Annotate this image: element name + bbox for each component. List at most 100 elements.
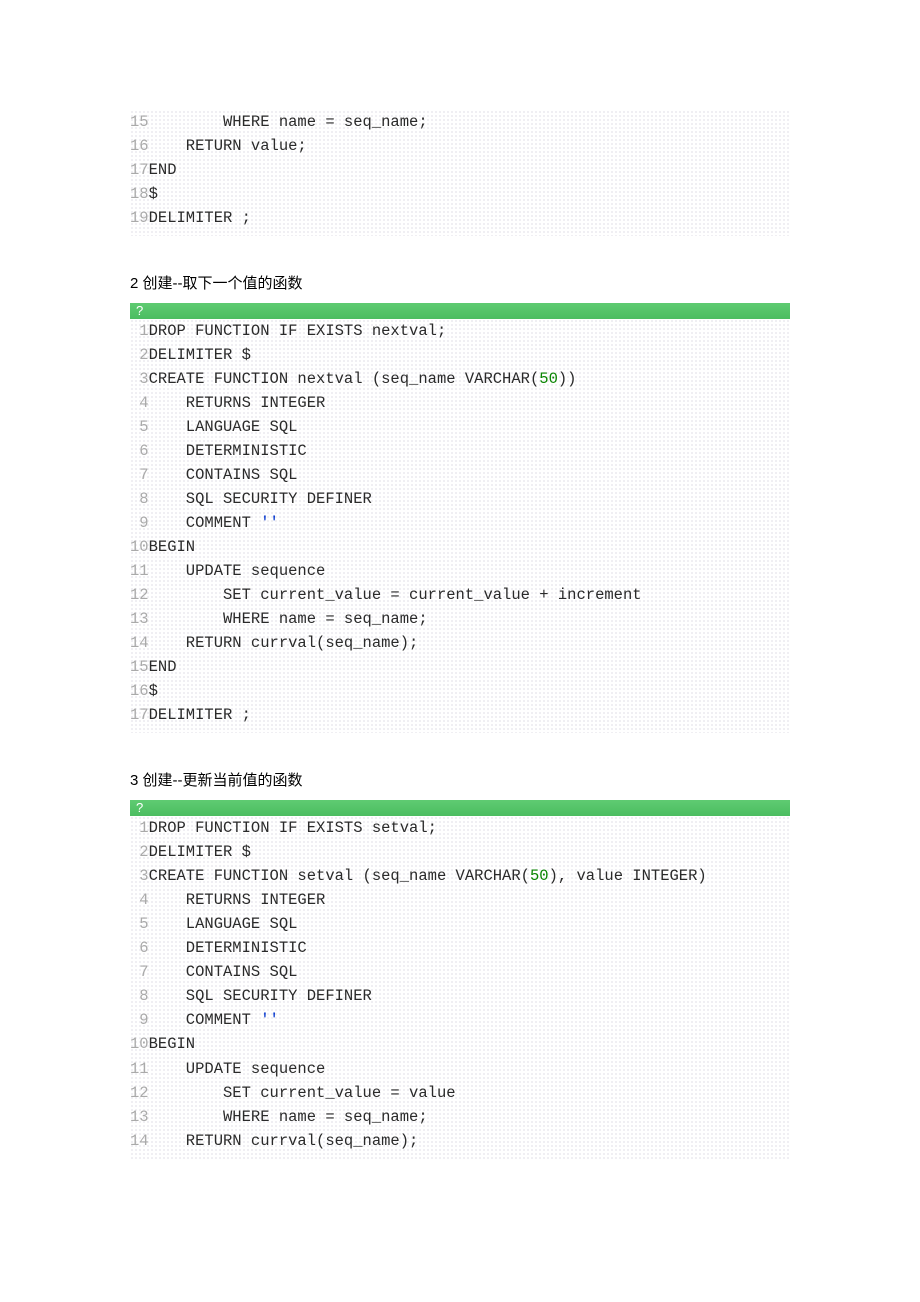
code-line: 12 SET current_value = current_value + i… <box>130 583 790 607</box>
code-text: WHERE name = seq_name; <box>149 1108 428 1126</box>
code-block-1: 15 WHERE name = seq_name;16 RETURN value… <box>130 110 790 236</box>
code-line: 1DROP FUNCTION IF EXISTS setval; <box>130 816 790 840</box>
line-number: 15 <box>130 110 149 134</box>
line-number: 2 <box>130 343 149 367</box>
code-text: UPDATE sequence <box>149 1060 326 1078</box>
code-text: RETURN currval(seq_name); <box>149 634 419 652</box>
code-line: 5 LANGUAGE SQL <box>130 912 790 936</box>
section-title-3: 3 创建--更新当前值的函数 <box>130 769 790 790</box>
code-text: END <box>149 161 177 179</box>
code-line: 15 WHERE name = seq_name; <box>130 110 790 134</box>
string-literal: '' <box>260 1011 279 1029</box>
code-text: SQL SECURITY DEFINER <box>149 987 372 1005</box>
code-line: 1DROP FUNCTION IF EXISTS nextval; <box>130 319 790 343</box>
line-number: 19 <box>130 206 149 230</box>
line-number: 3 <box>130 864 149 888</box>
code-line: 6 DETERMINISTIC <box>130 936 790 960</box>
code-text: LANGUAGE SQL <box>149 418 298 436</box>
line-number: 7 <box>130 463 149 487</box>
number-literal: 50 <box>539 370 558 388</box>
code-text: DETERMINISTIC <box>149 442 307 460</box>
code-line: 3CREATE FUNCTION setval (seq_name VARCHA… <box>130 864 790 888</box>
line-number: 15 <box>130 655 149 679</box>
line-number: 12 <box>130 583 149 607</box>
toolbar-2[interactable]: ? <box>130 303 790 319</box>
code-text: LANGUAGE SQL <box>149 915 298 933</box>
code-text: DELIMITER ; <box>149 706 251 724</box>
line-number: 16 <box>130 679 149 703</box>
code-line: 9 COMMENT '' <box>130 1008 790 1032</box>
line-number: 4 <box>130 888 149 912</box>
code-line: 13 WHERE name = seq_name; <box>130 607 790 631</box>
line-number: 17 <box>130 158 149 182</box>
line-number: 9 <box>130 511 149 535</box>
code-text: $ <box>149 682 158 700</box>
line-number: 16 <box>130 134 149 158</box>
code-text: CREATE FUNCTION nextval (seq_name VARCHA… <box>149 370 540 388</box>
code-line: 17DELIMITER ; <box>130 703 790 727</box>
number-literal: 50 <box>530 867 549 885</box>
code-text: DROP FUNCTION IF EXISTS setval; <box>149 819 437 837</box>
code-line: 16 RETURN value; <box>130 134 790 158</box>
code-line: 10BEGIN <box>130 1032 790 1056</box>
line-number: 1 <box>130 319 149 343</box>
code-text: RETURNS INTEGER <box>149 891 326 909</box>
line-number: 13 <box>130 1105 149 1129</box>
line-number: 2 <box>130 840 149 864</box>
line-number: 14 <box>130 1129 149 1153</box>
code-line: 10BEGIN <box>130 535 790 559</box>
line-number: 6 <box>130 936 149 960</box>
code-text: CREATE FUNCTION setval (seq_name VARCHAR… <box>149 867 530 885</box>
line-number: 12 <box>130 1081 149 1105</box>
code-line: 5 LANGUAGE SQL <box>130 415 790 439</box>
code-line: 14 RETURN currval(seq_name); <box>130 1129 790 1153</box>
code-text: CONTAINS SQL <box>149 963 298 981</box>
line-number: 17 <box>130 703 149 727</box>
code-text: DETERMINISTIC <box>149 939 307 957</box>
string-literal: '' <box>260 514 279 532</box>
code-text: DELIMITER $ <box>149 843 251 861</box>
code-text: RETURN value; <box>149 137 307 155</box>
line-number: 1 <box>130 816 149 840</box>
code-text: BEGIN <box>149 1035 196 1053</box>
code-text: WHERE name = seq_name; <box>149 610 428 628</box>
code-text: SET current_value = value <box>149 1084 456 1102</box>
line-number: 18 <box>130 182 149 206</box>
line-number: 8 <box>130 487 149 511</box>
line-number: 13 <box>130 607 149 631</box>
code-text: COMMENT <box>149 514 261 532</box>
code-text: BEGIN <box>149 538 196 556</box>
code-lines-3: 1DROP FUNCTION IF EXISTS setval; 2DELIMI… <box>130 816 790 1152</box>
code-line: 4 RETURNS INTEGER <box>130 888 790 912</box>
code-line: 19DELIMITER ; <box>130 206 790 230</box>
line-number: 10 <box>130 535 149 559</box>
code-line: 7 CONTAINS SQL <box>130 463 790 487</box>
code-text: END <box>149 658 177 676</box>
line-number: 4 <box>130 391 149 415</box>
code-text: COMMENT <box>149 1011 261 1029</box>
line-number: 6 <box>130 439 149 463</box>
code-text: SQL SECURITY DEFINER <box>149 490 372 508</box>
code-text: SET current_value = current_value + incr… <box>149 586 642 604</box>
code-line: 8 SQL SECURITY DEFINER <box>130 984 790 1008</box>
code-block-2: ? 1DROP FUNCTION IF EXISTS nextval; 2 DEL… <box>130 303 790 733</box>
line-number: 11 <box>130 1057 149 1081</box>
code-line: 15END <box>130 655 790 679</box>
code-line: 4 RETURNS INTEGER <box>130 391 790 415</box>
code-text: UPDATE sequence <box>149 562 326 580</box>
code-text: RETURN currval(seq_name); <box>149 1132 419 1150</box>
line-number: 11 <box>130 559 149 583</box>
code-text: DROP FUNCTION IF EXISTS nextval; <box>149 322 447 340</box>
code-line: 13 WHERE name = seq_name; <box>130 1105 790 1129</box>
code-line: 9 COMMENT '' <box>130 511 790 535</box>
code-line: 8 SQL SECURITY DEFINER <box>130 487 790 511</box>
code-line: 16$ <box>130 679 790 703</box>
code-text: ), value INTEGER) <box>549 867 707 885</box>
code-line: 18$ <box>130 182 790 206</box>
line-number: 7 <box>130 960 149 984</box>
page-content: 15 WHERE name = seq_name;16 RETURN value… <box>0 0 920 1219</box>
code-block-3: ? 1DROP FUNCTION IF EXISTS setval; 2DELI… <box>130 800 790 1158</box>
code-line: 7 CONTAINS SQL <box>130 960 790 984</box>
code-line: 14 RETURN currval(seq_name); <box>130 631 790 655</box>
toolbar-3[interactable]: ? <box>130 800 790 816</box>
